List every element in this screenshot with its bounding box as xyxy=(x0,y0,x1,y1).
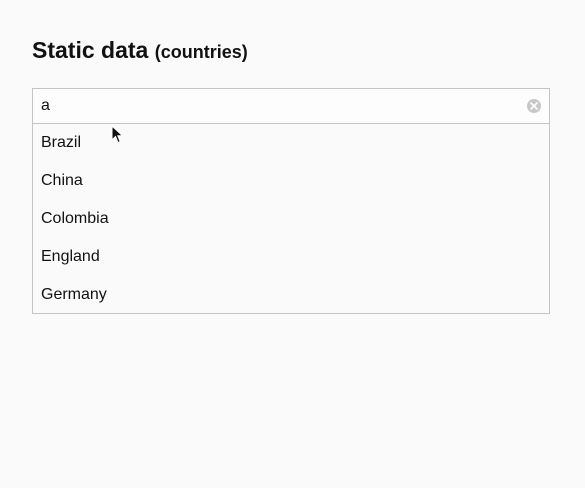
suggestion-item-england[interactable]: England xyxy=(33,238,549,276)
suggestion-item-colombia[interactable]: Colombia xyxy=(33,200,549,238)
suggestion-item-china[interactable]: China xyxy=(33,162,549,200)
suggestion-item-brazil[interactable]: Brazil xyxy=(33,124,549,162)
page-title: Static data (countries) xyxy=(32,36,248,66)
page-title-main: Static data xyxy=(32,37,149,63)
country-autocomplete: Brazil China Colombia England Germany xyxy=(32,88,550,314)
page: Static data (countries) Brazil China Col… xyxy=(0,0,585,488)
suggestion-list: Brazil China Colombia England Germany xyxy=(32,124,550,314)
search-input[interactable] xyxy=(33,89,511,123)
clear-icon[interactable] xyxy=(527,99,541,113)
page-title-subtitle: (countries) xyxy=(154,42,248,62)
suggestion-item-germany[interactable]: Germany xyxy=(33,276,549,313)
search-field xyxy=(32,88,550,124)
